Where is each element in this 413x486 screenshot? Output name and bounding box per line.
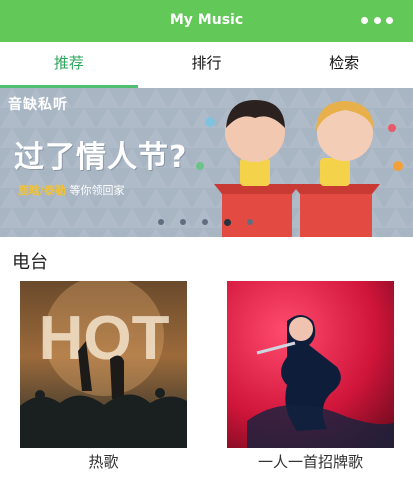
radio-card-label: 热歌 [88, 453, 119, 471]
tab-recommend[interactable]: 推荐 [0, 42, 138, 88]
radio-card-signature-songs[interactable]: 一人一首招牌歌 [227, 281, 394, 473]
tab-ranking[interactable]: 排行 [138, 42, 276, 88]
banner-subtitle-highlight: 鹿晗/泰勒 [18, 184, 67, 197]
carousel-indicator [158, 219, 253, 226]
tab-search[interactable]: 检索 [275, 42, 413, 88]
signature-cover-artwork [227, 281, 394, 448]
banner-brand: 音缺私听 [8, 97, 68, 113]
banner-subtitle-text: 等你领回家 [69, 184, 125, 197]
dot [386, 17, 393, 24]
hot-cover-artwork: HOT [20, 281, 187, 448]
radio-cover: HOT [20, 281, 187, 448]
app-header: My Music [0, 0, 413, 42]
dot [373, 17, 381, 24]
carousel-dot[interactable] [180, 219, 186, 225]
app-title: My Music [169, 12, 244, 28]
banner-subtitle: 鹿晗/泰勒 等你领回家 [18, 182, 125, 198]
radio-card-hot-songs[interactable]: HOT 热歌 [20, 281, 187, 473]
dot [361, 17, 368, 24]
tab-bar: 推荐 排行 检索 [0, 42, 413, 88]
banner-headline: 过了情人节? [14, 140, 188, 175]
promo-banner[interactable]: 音缺私听 过了情人节? 鹿晗/泰勒 等你领回家 [0, 88, 413, 237]
section-title: 电台 [12, 252, 48, 273]
hot-cover-text: HOT [39, 304, 170, 373]
radio-cover [227, 281, 394, 448]
carousel-dot[interactable] [202, 219, 208, 225]
more-dots-icon[interactable] [361, 17, 393, 25]
carousel-dot[interactable] [158, 219, 164, 225]
radio-card-label: 一人一首招牌歌 [257, 453, 363, 471]
carousel-dot[interactable] [247, 219, 253, 225]
carousel-dot-active[interactable] [224, 219, 231, 226]
